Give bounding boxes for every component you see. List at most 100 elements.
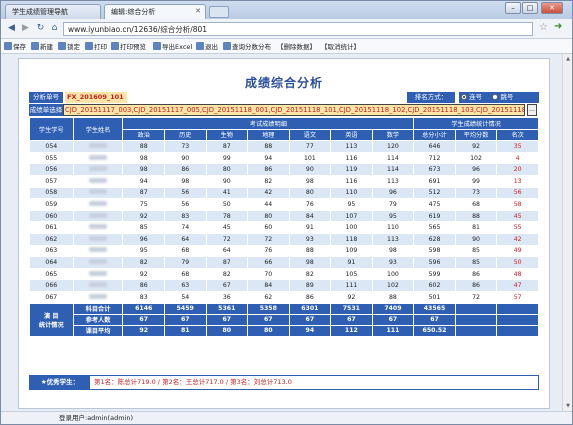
table-row[interactable]: 062 96 64 72 72 93 118 113 628 90 42 [29, 232, 539, 246]
table-row[interactable]: 056 98 86 80 86 90 119 114 673 96 20 [29, 163, 539, 176]
summary-value [496, 324, 539, 337]
analysis-no-label: 分析单号 [29, 92, 63, 103]
back-icon[interactable]: ◀ [5, 22, 18, 35]
close-icon[interactable]: ✕ [195, 7, 201, 15]
rank-option-skip[interactable]: 跳号 [492, 93, 513, 101]
table-row[interactable]: 054 88 73 87 88 77 113 120 646 92 35 [29, 140, 539, 153]
maximize-button[interactable]: □ [522, 2, 538, 14]
table-row[interactable]: 055 98 90 99 94 101 116 114 712 102 4 [29, 151, 539, 165]
table-row[interactable]: 060 92 83 78 80 84 107 95 619 88 45 [29, 209, 539, 223]
cell-score: 99 [205, 151, 249, 165]
exam-select-field[interactable]: CJD_20151117_003,CJD_20151117_005,CJD_20… [63, 104, 525, 116]
cell-student-name [72, 244, 124, 258]
cell-student-no: 058 [29, 186, 74, 200]
refresh-icon[interactable]: ↻ [34, 22, 47, 35]
redacted-name [89, 200, 108, 206]
header-student-no: 学生学号 [29, 116, 74, 142]
cell-score: 113 [330, 140, 373, 153]
table-row[interactable]: 066 86 63 67 84 89 111 102 602 86 47 [29, 279, 539, 292]
rank-option-consecutive[interactable]: 连号 [461, 93, 482, 101]
summary-row: 参考人数 67 67 67 67 67 67 67 67 [30, 313, 539, 326]
cell-score: 93 [288, 232, 332, 246]
print-preview-button[interactable]: 打印预览 [111, 41, 146, 51]
cell-score: 105 [330, 267, 373, 281]
tab-navigation[interactable]: 学生成绩管理导航 [5, 4, 101, 19]
cell-score: 89 [288, 279, 332, 292]
analysis-no-field[interactable]: FX_201609_101 [65, 92, 127, 103]
new-button[interactable]: 新建 [31, 41, 53, 51]
summary-value: 7409 [371, 302, 415, 315]
table-row[interactable]: 065 92 68 82 70 82 105 100 599 86 48 [29, 267, 539, 281]
scroll-down-icon[interactable]: ▼ [564, 402, 572, 410]
cell-score: 100 [330, 221, 373, 234]
redacted-name [89, 189, 108, 195]
redacted-name [89, 258, 108, 264]
cell-score: 93 [371, 256, 415, 269]
header-subject: 生物 [205, 128, 249, 142]
table-row[interactable]: 067 83 54 36 62 86 92 88 501 72 57 [29, 290, 539, 304]
address-bar[interactable]: www.iyunbiao.cn/12636/综合分析/801 [63, 22, 533, 36]
cell-score: 77 [288, 140, 332, 153]
cell-student-no: 067 [29, 290, 74, 304]
table-row[interactable]: 064 82 79 87 66 98 91 93 596 85 50 [29, 256, 539, 269]
table-row[interactable]: 058 87 56 41 42 80 110 96 512 73 56 [29, 186, 539, 200]
cell-total: 673 [413, 163, 456, 176]
minimize-button[interactable]: – [505, 2, 521, 14]
browse-button[interactable]: ... [527, 104, 537, 116]
go-icon[interactable]: ➜ [554, 21, 562, 32]
table-row[interactable]: 057 94 98 90 82 98 116 113 691 99 13 [29, 174, 539, 188]
cell-score: 114 [371, 151, 415, 165]
summary-value: 111 [371, 324, 415, 337]
summary-value [454, 324, 498, 337]
export-excel-button[interactable]: 导出Excel [153, 41, 192, 51]
page-title: 成绩综合分析 [244, 76, 323, 90]
cell-score: 88 [122, 140, 165, 153]
print-button[interactable]: 打印 [85, 41, 107, 51]
cell-score: 60 [247, 221, 290, 234]
cell-rank: 49 [496, 244, 539, 258]
summary-value: 5459 [163, 302, 207, 315]
cell-score: 96 [122, 232, 165, 246]
cell-rank: 55 [496, 221, 539, 234]
close-window-button[interactable]: ✕ [541, 2, 563, 14]
tab-analysis[interactable]: 编辑:综合分析 ✕ [104, 4, 206, 19]
header-stat: 平均分数 [454, 128, 498, 142]
cell-score: 90 [163, 151, 207, 165]
summary-value: 43565 [413, 302, 456, 315]
summary-value: 6146 [122, 302, 165, 315]
rank-mode-options: 连号 跳号 [459, 92, 539, 103]
delete-data-button[interactable]: 【删除数据】 [277, 41, 316, 51]
excel-icon [153, 42, 161, 50]
cell-student-no: 061 [29, 221, 74, 234]
star-icon[interactable]: ☆ [539, 22, 548, 33]
table-row[interactable]: 059 75 56 50 44 76 95 79 475 68 58 [29, 198, 539, 211]
table-row[interactable]: 061 85 74 45 60 91 100 110 565 81 55 [29, 221, 539, 234]
forward-icon[interactable]: ▶ [19, 22, 32, 35]
summary-label: 课目平均 [72, 324, 124, 337]
vertical-scrollbar[interactable]: ▲ ▼ [562, 54, 572, 411]
cell-score: 109 [330, 244, 373, 258]
summary-value [454, 313, 498, 326]
save-button[interactable]: 保存 [4, 41, 26, 51]
lock-button[interactable]: 锁定 [58, 41, 80, 51]
excellent-text: 第1名：陈总计719.0 / 第2名：王总计717.0 / 第3名：刘总计713… [94, 378, 292, 386]
cell-score: 63 [163, 279, 207, 292]
summary-value: 80 [205, 324, 249, 337]
summary-value: 67 [371, 313, 415, 326]
browser-window: 学生成绩管理导航 编辑:综合分析 ✕ – □ ✕ ◀ ▶ ↻ ⌂ www.iyu… [0, 0, 573, 425]
cell-rank: 50 [496, 256, 539, 269]
new-tab-button[interactable] [209, 6, 229, 18]
cancel-stat-button[interactable]: 【取消统计】 [321, 41, 360, 51]
exit-button[interactable]: 退出 [196, 41, 218, 51]
query-distribution-button[interactable]: 查询分数分布 [223, 41, 271, 51]
header-subject: 历史 [163, 128, 207, 142]
header-subject: 政治 [122, 128, 165, 142]
summary-label: 参考人数 [72, 313, 124, 326]
cell-score: 56 [163, 198, 207, 211]
header-stat: 名次 [496, 128, 539, 142]
cell-score: 68 [163, 244, 207, 258]
home-icon[interactable]: ⌂ [48, 22, 61, 35]
cell-score: 84 [288, 209, 332, 223]
scroll-up-icon[interactable]: ▲ [564, 55, 572, 63]
table-row[interactable]: 063 95 68 64 76 88 109 98 598 85 49 [29, 244, 539, 258]
